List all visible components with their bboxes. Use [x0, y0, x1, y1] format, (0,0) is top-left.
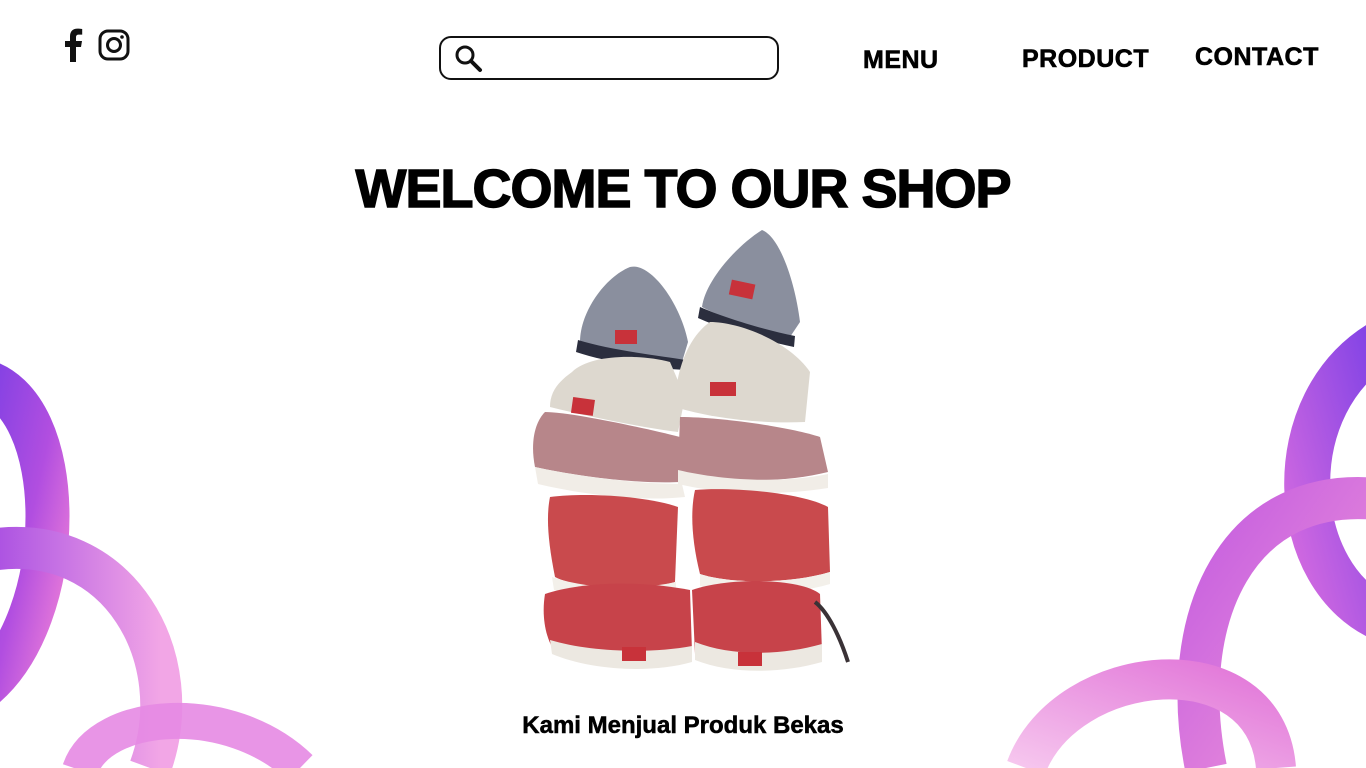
decorative-swirl-left — [0, 365, 313, 768]
hero-title: WELCOME TO OUR SHOP — [355, 158, 1012, 219]
sneaker-stack-left — [533, 266, 692, 669]
search-bar[interactable] — [439, 36, 779, 80]
nav-menu-link[interactable]: MENU — [863, 46, 939, 75]
nav-contact-link[interactable]: CONTACT — [1195, 43, 1319, 72]
decorative-swirl-right — [1007, 325, 1366, 768]
social-links — [62, 28, 130, 62]
nav-product-link[interactable]: PRODUCT — [1022, 45, 1149, 74]
search-input[interactable] — [483, 38, 777, 78]
sneaker-stack-right — [675, 230, 850, 671]
hero-sneakers-image — [533, 230, 850, 671]
search-icon — [455, 45, 482, 72]
hero-tagline: Kami Menjual Produk Bekas — [522, 712, 844, 740]
facebook-icon[interactable] — [62, 28, 84, 62]
instagram-icon[interactable] — [98, 29, 130, 61]
